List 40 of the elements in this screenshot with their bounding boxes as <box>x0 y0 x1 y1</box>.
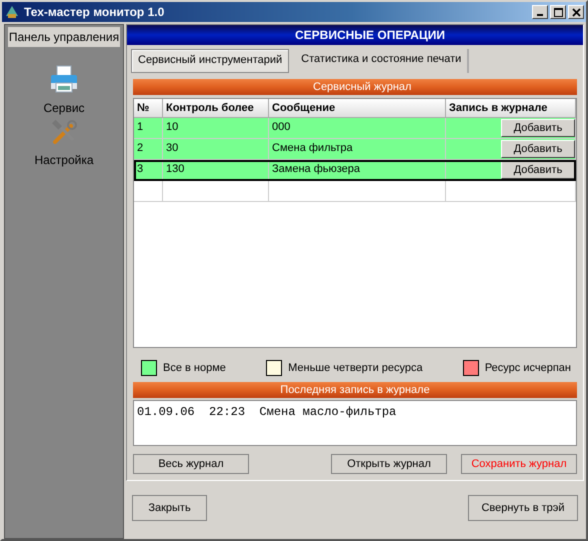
section-bar: Сервисный журнал <box>133 79 577 95</box>
maximize-icon <box>554 8 562 16</box>
table-cell: 1 <box>134 118 163 138</box>
table-row[interactable]: 1 10 000 Добавить <box>134 118 576 139</box>
tab[interactable]: Статистика и состояние печати <box>295 49 470 73</box>
legend-label: Меньше четверти ресурса <box>288 362 423 374</box>
log-entry: 01.09.06 22:23 Смена масло-фильтра <box>137 405 396 419</box>
table-cell: Смена фильтра <box>269 139 446 159</box>
printer-icon[interactable] <box>48 63 80 95</box>
legend-label: Все в норме <box>163 362 226 374</box>
table-cell: Замена фьюзера <box>269 160 446 180</box>
tab[interactable]: Сервисный инструментарий <box>131 49 290 73</box>
close-button[interactable]: Закрыть <box>132 495 207 521</box>
close-icon <box>572 8 580 16</box>
close-button[interactable] <box>568 5 584 19</box>
add-button[interactable]: Добавить <box>501 161 575 179</box>
table-cell: 3 <box>134 160 163 180</box>
legend-label: Ресурс исчерпан <box>484 362 571 374</box>
table-cell: 30 <box>163 139 269 159</box>
sidebar-item[interactable]: Настройка <box>34 153 94 167</box>
sidebar-title: Панель управления <box>8 27 120 47</box>
table-cell: 2 <box>134 139 163 159</box>
table-row[interactable]: 3 130 Замена фьюзера Добавить <box>134 160 576 181</box>
minimize-icon <box>537 14 543 16</box>
section-header: СЕРВИСНЫЕ ОПЕРАЦИИ <box>127 25 583 45</box>
minimize-button[interactable] <box>532 5 548 19</box>
table-row[interactable]: 2 30 Смена фильтра Добавить <box>134 139 576 160</box>
app-icon <box>4 4 20 20</box>
add-button[interactable]: Добавить <box>501 119 575 137</box>
log-button[interactable]: Открыть журнал <box>331 454 447 474</box>
log-button[interactable]: Весь журнал <box>133 454 249 474</box>
table-cell: 10 <box>163 118 269 138</box>
tray-button[interactable]: Свернуть в трэй <box>468 495 578 521</box>
table-cell: 130 <box>163 160 269 180</box>
table-cell: 000 <box>269 118 446 138</box>
sidebar-item[interactable]: Сервис <box>43 101 85 115</box>
add-button[interactable]: Добавить <box>501 140 575 158</box>
window-title: Тех-мастер монитор 1.0 <box>24 5 166 19</box>
section-bar: Последняя запись в журнале <box>133 382 577 398</box>
maximize-button[interactable] <box>550 5 566 19</box>
